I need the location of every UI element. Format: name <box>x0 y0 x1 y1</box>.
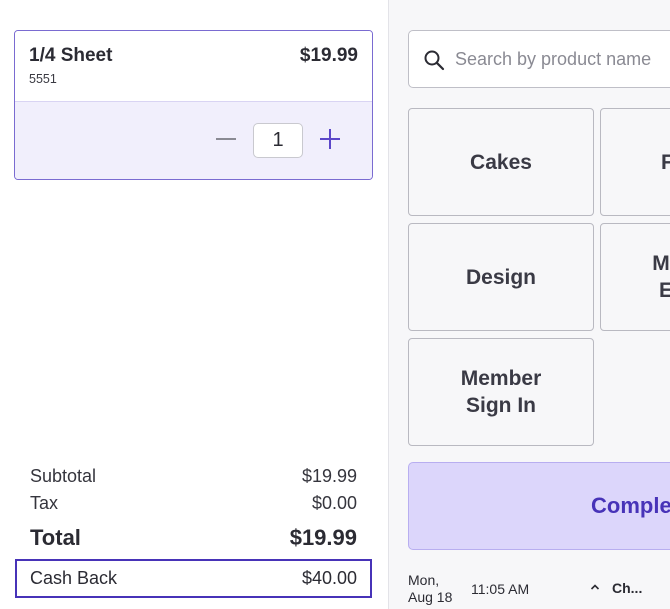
decrease-quantity-button[interactable] <box>215 124 237 154</box>
cash-back-row[interactable]: Cash Back $40.00 <box>15 559 372 598</box>
product-pane: Cakes F Design M E Member Sign In Comple… <box>389 0 670 609</box>
cart-line-item[interactable]: 1/4 Sheet $19.99 5551 1 <box>14 30 373 180</box>
status-day: Mon, <box>408 572 440 588</box>
item-price: $19.99 <box>299 45 358 66</box>
search-input[interactable] <box>455 31 670 87</box>
status-date: Mon, Aug 18 <box>408 572 452 606</box>
category-cakes-label: Cakes <box>470 150 532 174</box>
status-time: 11:05 AM <box>471 581 530 597</box>
subtotal-label: Subtotal <box>30 466 97 486</box>
status-date-value: Aug 18 <box>408 589 453 605</box>
total-label: Total <box>30 525 81 550</box>
category-partial-middle-line2: E <box>659 279 670 302</box>
tax-value: $0.00 <box>311 493 357 513</box>
category-tile-partial-middle[interactable]: M E <box>600 223 670 331</box>
category-tile-partial-top[interactable]: F <box>600 108 670 216</box>
cash-back-value: $40.00 <box>301 568 357 588</box>
complete-sale-label: Comple <box>591 493 670 518</box>
quantity-field[interactable]: 1 <box>253 123 303 158</box>
cart-item-header: 1/4 Sheet $19.99 5551 <box>15 31 372 102</box>
category-design-button[interactable]: Design <box>408 223 594 331</box>
minus-icon <box>216 138 236 140</box>
category-design-label: Design <box>465 265 536 289</box>
subtotal-row: Subtotal $19.99 <box>30 466 357 487</box>
category-cakes-button[interactable]: Cakes <box>408 108 594 216</box>
category-partial-top-label: F <box>661 150 670 174</box>
search-icon <box>424 50 445 71</box>
member-sign-in-line2: Sign In <box>466 394 536 417</box>
member-sign-in-label-group: Member Sign In <box>461 365 542 419</box>
category-partial-middle-label-group: M E <box>649 250 670 304</box>
status-bar: Mon, Aug 18 11:05 AM Ch... <box>389 564 670 609</box>
chevron-up-icon[interactable] <box>590 583 600 591</box>
total-value: $19.99 <box>289 525 357 550</box>
complete-sale-button[interactable]: Comple <box>408 462 670 550</box>
status-menu-button[interactable]: Ch... <box>612 580 642 596</box>
item-sku: 5551 <box>29 72 57 86</box>
increase-quantity-button[interactable] <box>318 124 342 154</box>
cash-back-label: Cash Back <box>30 568 118 588</box>
plus-icon <box>320 129 340 149</box>
cart-pane: 1/4 Sheet $19.99 5551 1 Subtotal $19.99 … <box>0 0 388 609</box>
item-name: 1/4 Sheet <box>29 45 113 66</box>
search-bar[interactable] <box>408 30 670 88</box>
member-sign-in-button[interactable]: Member Sign In <box>408 338 594 446</box>
tax-label: Tax <box>30 493 59 513</box>
quantity-controls: 1 <box>15 102 372 179</box>
category-partial-middle-line1: M <box>652 252 670 275</box>
member-sign-in-line1: Member <box>460 367 542 390</box>
tax-row: Tax $0.00 <box>30 493 357 514</box>
total-row: Total $19.99 <box>30 525 357 551</box>
subtotal-value: $19.99 <box>301 466 357 486</box>
